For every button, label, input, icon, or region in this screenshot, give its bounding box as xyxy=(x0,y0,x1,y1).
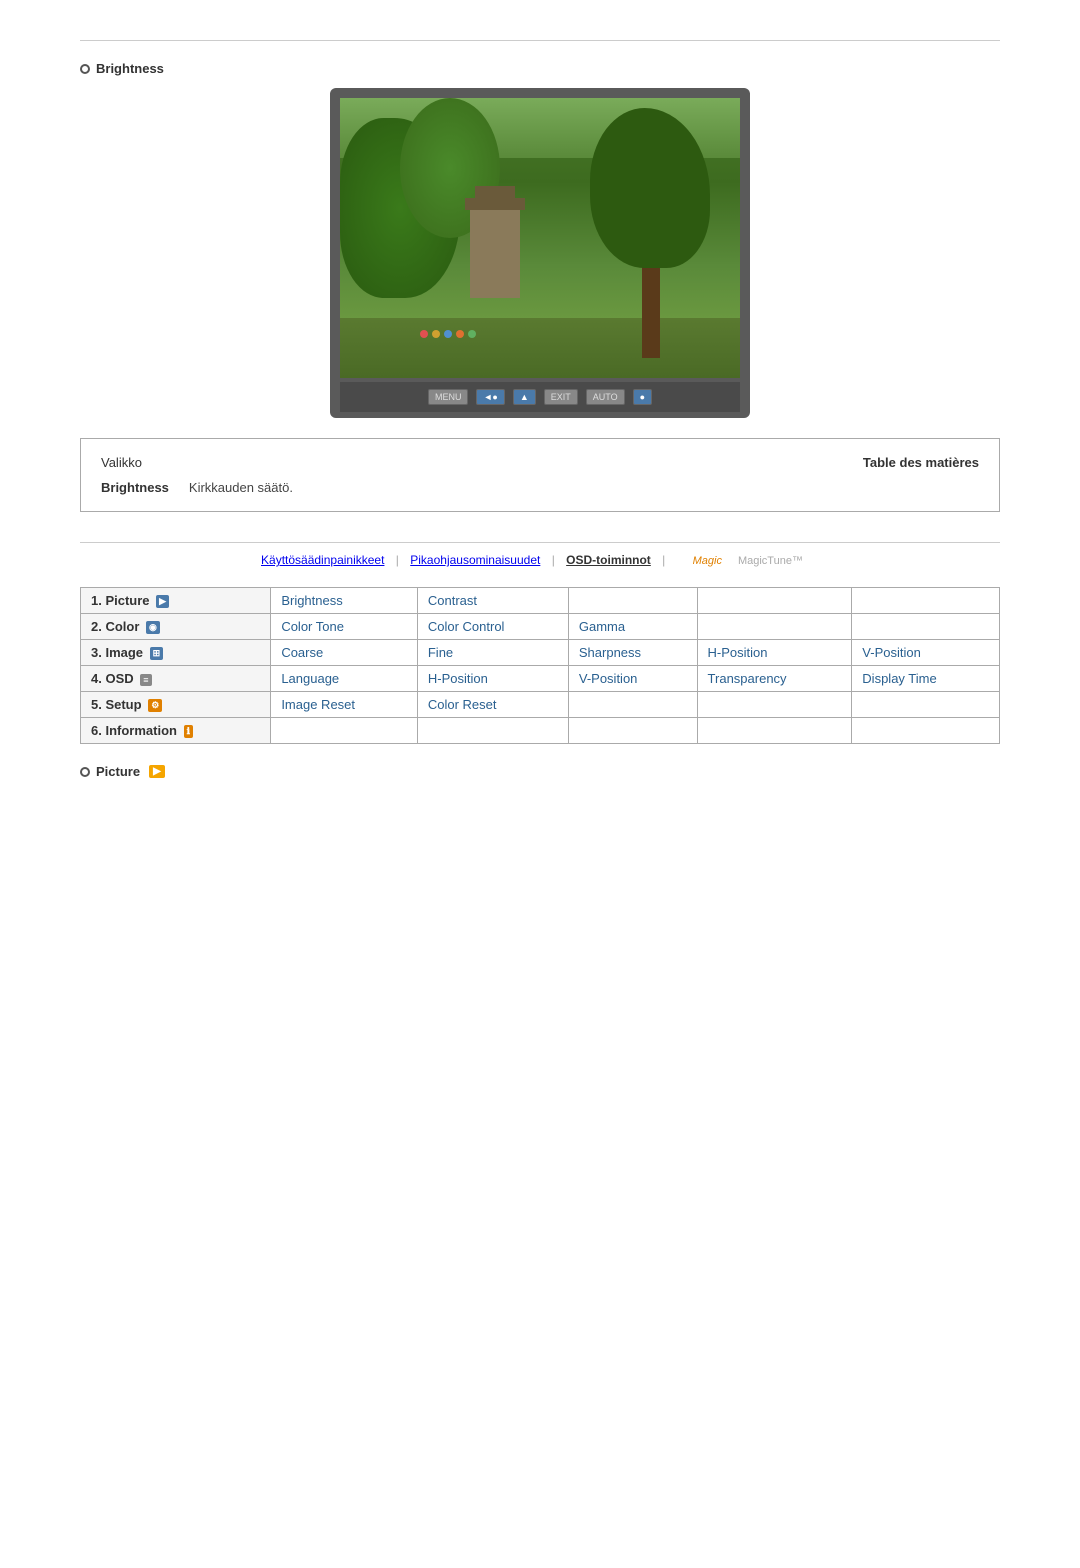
osd-table: 1. Picture ▶ Brightness Contrast 2. Colo… xyxy=(80,587,1000,744)
image-icon-badge: ⊞ xyxy=(150,647,164,660)
cell-empty-6 xyxy=(568,692,697,718)
transparency-link[interactable]: Transparency xyxy=(708,671,787,686)
table-row: 2. Color ◉ Color Tone Color Control Gamm… xyxy=(81,614,1000,640)
v-position-link[interactable]: V-Position xyxy=(862,645,921,660)
table-row: 5. Setup ⚙ Image Reset Color Reset xyxy=(81,692,1000,718)
v-position-osd-link[interactable]: V-Position xyxy=(579,671,638,686)
picture-section: Picture ▶ xyxy=(80,764,1000,779)
row-header-osd: 4. OSD ≡ xyxy=(81,666,271,692)
brightness-heading: Brightness xyxy=(80,61,1000,76)
valikko-label: Valikko xyxy=(101,455,142,470)
brightness-value: Kirkkauden säätö. xyxy=(189,480,293,495)
setup-icon-badge: ⚙ xyxy=(148,699,162,712)
row-header-picture: 1. Picture ▶ xyxy=(81,588,271,614)
cell-empty-10 xyxy=(417,718,568,744)
cell-empty-13 xyxy=(852,718,1000,744)
coarse-link[interactable]: Coarse xyxy=(281,645,323,660)
fine-link[interactable]: Fine xyxy=(428,645,453,660)
picture-bottom-label: Picture xyxy=(96,764,140,779)
cell-transparency: Transparency xyxy=(697,666,852,692)
table-row: 3. Image ⊞ Coarse Fine Sharpness H-Posit… xyxy=(81,640,1000,666)
nav-link-controls[interactable]: Käyttösäädinpainikkeet xyxy=(261,553,384,567)
contrast-link[interactable]: Contrast xyxy=(428,593,477,608)
cell-empty-5 xyxy=(852,614,1000,640)
info-table: Valikko Table des matières Brightness Ki… xyxy=(80,438,1000,512)
row-header-color: 2. Color ◉ xyxy=(81,614,271,640)
color-icon-badge: ◉ xyxy=(146,621,160,634)
nav-sep-2: | xyxy=(552,553,555,567)
nav-separator: Käyttösäädinpainikkeet | Pikaohjausomina… xyxy=(80,542,1000,567)
row-header-setup: 5. Setup ⚙ xyxy=(81,692,271,718)
cell-h-position-osd: H-Position xyxy=(417,666,568,692)
cell-h-position: H-Position xyxy=(697,640,852,666)
cell-coarse: Coarse xyxy=(271,640,418,666)
exit-button[interactable]: EXIT xyxy=(544,389,578,405)
picture-icon-badge: ▶ xyxy=(156,595,169,608)
cell-empty-2 xyxy=(697,588,852,614)
nav-link-quick[interactable]: Pikaohjausominaisuudet xyxy=(410,553,540,567)
table-row: 4. OSD ≡ Language H-Position V-Position … xyxy=(81,666,1000,692)
menu-button[interactable]: MENU xyxy=(428,389,469,405)
cell-sharpness: Sharpness xyxy=(568,640,697,666)
cell-empty-4 xyxy=(697,614,852,640)
cell-v-position-osd: V-Position xyxy=(568,666,697,692)
magictune-label: MagicMagicTune™ xyxy=(685,555,811,567)
color-control-link[interactable]: Color Control xyxy=(428,619,505,634)
cell-brightness: Brightness xyxy=(271,588,418,614)
brightness-link[interactable]: Brightness xyxy=(281,593,342,608)
cell-color-control: Color Control xyxy=(417,614,568,640)
color-tone-link[interactable]: Color Tone xyxy=(281,619,344,634)
h-position-osd-link[interactable]: H-Position xyxy=(428,671,488,686)
image-reset-link[interactable]: Image Reset xyxy=(281,697,355,712)
cell-empty-1 xyxy=(568,588,697,614)
picture-bottom-icon: ▶ xyxy=(149,765,165,778)
toc-label: Table des matières xyxy=(863,455,979,470)
gamma-link[interactable]: Gamma xyxy=(579,619,625,634)
cell-empty-8 xyxy=(852,692,1000,718)
nav-sep-1: | xyxy=(396,553,399,567)
auto-button[interactable]: AUTO xyxy=(586,389,625,405)
cell-empty-9 xyxy=(271,718,418,744)
information-icon-badge: ℹ xyxy=(184,725,193,738)
circle-icon xyxy=(80,64,90,74)
cell-image-reset: Image Reset xyxy=(271,692,418,718)
nav-button[interactable]: ◄● xyxy=(476,389,504,405)
brightness-key: Brightness xyxy=(101,480,169,495)
cell-contrast: Contrast xyxy=(417,588,568,614)
color-reset-link[interactable]: Color Reset xyxy=(428,697,497,712)
picture-circle-icon xyxy=(80,767,90,777)
cell-empty-3 xyxy=(852,588,1000,614)
cell-empty-11 xyxy=(568,718,697,744)
h-position-link[interactable]: H-Position xyxy=(708,645,768,660)
language-link[interactable]: Language xyxy=(281,671,339,686)
row-header-image: 3. Image ⊞ xyxy=(81,640,271,666)
table-row: 1. Picture ▶ Brightness Contrast xyxy=(81,588,1000,614)
cell-v-position: V-Position xyxy=(852,640,1000,666)
cell-fine: Fine xyxy=(417,640,568,666)
cell-language: Language xyxy=(271,666,418,692)
cell-color-reset: Color Reset xyxy=(417,692,568,718)
monitor-image: MENU ◄● ▲ EXIT AUTO ● xyxy=(80,88,1000,418)
power-button[interactable]: ● xyxy=(633,389,652,405)
osd-icon-badge: ≡ xyxy=(140,674,151,686)
cell-color-tone: Color Tone xyxy=(271,614,418,640)
nav-link-osd[interactable]: OSD-toiminnot xyxy=(566,553,651,567)
row-header-information: 6. Information ℹ xyxy=(81,718,271,744)
cell-empty-12 xyxy=(697,718,852,744)
cell-gamma: Gamma xyxy=(568,614,697,640)
up-button[interactable]: ▲ xyxy=(513,389,536,405)
sharpness-link[interactable]: Sharpness xyxy=(579,645,641,660)
display-time-link[interactable]: Display Time xyxy=(862,671,936,686)
cell-empty-7 xyxy=(697,692,852,718)
osd-table-section: 1. Picture ▶ Brightness Contrast 2. Colo… xyxy=(80,587,1000,744)
nav-sep-3: | xyxy=(662,553,665,567)
cell-display-time: Display Time xyxy=(852,666,1000,692)
table-row: 6. Information ℹ xyxy=(81,718,1000,744)
